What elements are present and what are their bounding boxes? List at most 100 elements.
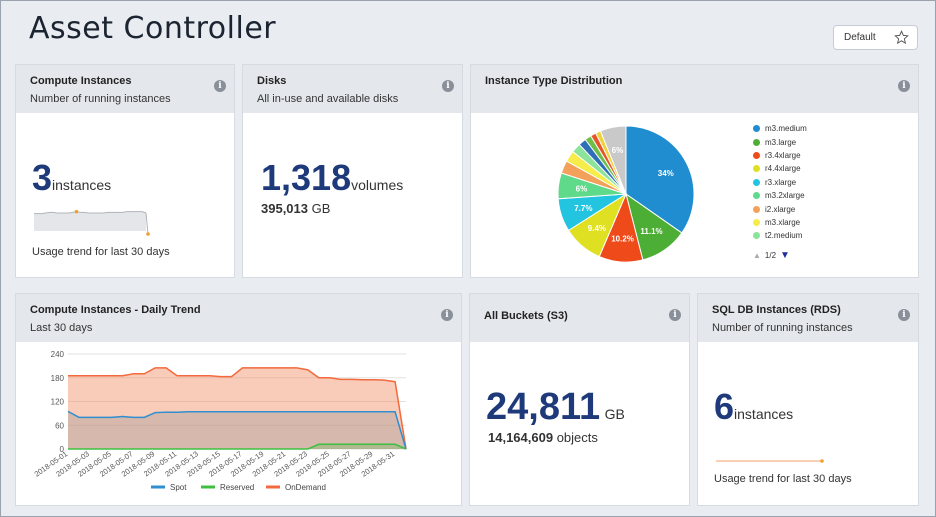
card-title: Compute Instances - Daily Trend: [30, 304, 201, 316]
legend-item[interactable]: t2.medium: [753, 229, 807, 242]
secondary-value: 14,164,609: [488, 430, 554, 445]
legend-item[interactable]: r3.4xlarge: [753, 149, 807, 162]
info-icon[interactable]: i: [214, 80, 226, 92]
y-tick-label: 60: [55, 421, 64, 430]
default-dashboard-button[interactable]: Default: [833, 25, 918, 50]
card-title: Disks: [257, 75, 287, 87]
daily-trend-card: Compute Instances - Daily Trend Last 30 …: [15, 293, 462, 506]
legend-prev-icon[interactable]: ▲: [753, 251, 761, 260]
legend-item[interactable]: r3.xlarge: [753, 176, 807, 189]
metric-value: 3: [32, 157, 53, 198]
secondary-value: 395,013: [261, 201, 308, 216]
sparkline-area: [34, 211, 146, 231]
legend-label: i2.xlarge: [765, 204, 796, 214]
legend-pager: ▲ 1/2 ▼: [753, 250, 790, 261]
card-subtitle: Number of running instances: [712, 322, 853, 334]
usage-sparkline: [716, 459, 824, 463]
card-header: Disks All in-use and available disks i: [243, 65, 462, 113]
legend-label: m3.medium: [765, 124, 807, 134]
legend-label[interactable]: Spot: [170, 483, 187, 492]
legend-swatch: [753, 218, 760, 226]
card-title: SQL DB Instances (RDS): [712, 304, 841, 316]
sparkline-drop: [145, 212, 149, 235]
info-icon[interactable]: i: [441, 309, 453, 321]
pie-data-label: 6%: [576, 185, 588, 194]
pie-data-label: 6%: [612, 146, 624, 155]
star-icon: [893, 30, 909, 45]
legend-swatch: [753, 178, 760, 186]
legend-swatch: [753, 151, 760, 159]
legend-swatch: [753, 205, 760, 213]
legend-swatch: [753, 232, 760, 240]
legend-page-label: 1/2: [764, 251, 777, 260]
default-label: Default: [844, 32, 876, 43]
legend-swatch: [753, 125, 760, 133]
y-tick-label: 180: [51, 374, 65, 383]
secondary-unit: objects: [556, 430, 598, 445]
page-title: Asset Controller: [29, 11, 277, 46]
metric-unit: GB: [604, 406, 625, 422]
secondary-metric: 395,013 GB: [261, 201, 330, 216]
card-title: Compute Instances: [30, 75, 132, 87]
sql-instances-card: SQL DB Instances (RDS) Number of running…: [697, 293, 919, 506]
card-header: Instance Type Distribution i: [471, 65, 918, 113]
pie-legend: m3.medium m3.large r3.4xlarge r4.4xlarge r3.…: [753, 122, 807, 243]
legend-item[interactable]: m3.2xlarge: [753, 189, 807, 202]
metric-value: 24,811: [486, 386, 601, 428]
pie-data-label: 11.1%: [640, 227, 662, 236]
card-subtitle: Last 30 days: [30, 322, 93, 334]
card-subtitle: All in-use and available disks: [257, 93, 399, 105]
legend-item[interactable]: m3.xlarge: [753, 216, 807, 229]
card-subtitle: Number of running instances: [30, 93, 171, 105]
info-icon[interactable]: i: [898, 80, 910, 92]
legend-swatch: [753, 192, 760, 200]
info-icon[interactable]: i: [442, 80, 454, 92]
legend-item[interactable]: i2.xlarge: [753, 202, 807, 215]
pie-data-label: 10.2%: [611, 235, 634, 244]
metric-unit: instances: [734, 406, 794, 422]
legend-item[interactable]: r4.4xlarge: [753, 162, 807, 175]
metric-unit: volumes: [351, 177, 404, 193]
card-title: Instance Type Distribution: [485, 75, 623, 87]
usage-note: Usage trend for last 30 days: [714, 473, 852, 485]
card-header: Compute Instances Number of running inst…: [16, 65, 234, 113]
legend-label: r4.4xlarge: [765, 164, 801, 174]
legend-item[interactable]: m3.large: [753, 135, 807, 148]
sparkline-last-dot: [146, 232, 150, 236]
info-icon[interactable]: i: [669, 309, 681, 321]
usage-sparkline: [34, 209, 150, 236]
pie-data-label: 9.4%: [588, 224, 606, 233]
y-tick-label: 120: [51, 398, 65, 407]
legend-swatch: [753, 165, 760, 173]
compute-instances-card: Compute Instances Number of running inst…: [15, 64, 235, 278]
legend-item[interactable]: m3.medium: [753, 122, 807, 135]
instance-distribution-card: Instance Type Distribution i 34% 11.1% 10.…: [470, 64, 919, 278]
legend-label[interactable]: OnDemand: [285, 483, 326, 492]
sparkline-last-dot: [820, 459, 824, 463]
y-tick-label: 240: [51, 350, 65, 359]
legend-label[interactable]: Reserved: [220, 483, 254, 492]
legend-label: t2.medium: [765, 231, 803, 241]
metric-value: 6: [714, 386, 735, 427]
metric-value-row: 3instances: [32, 157, 111, 199]
legend-label: r3.xlarge: [765, 177, 797, 187]
legend-label: m3.xlarge: [765, 217, 801, 227]
secondary-unit: GB: [311, 201, 331, 216]
card-title: All Buckets (S3): [484, 310, 568, 322]
pie-data-label: 34%: [658, 169, 674, 178]
metric-value: 1,318: [261, 157, 352, 198]
card-header: SQL DB Instances (RDS) Number of running…: [698, 294, 918, 342]
disks-card: Disks All in-use and available disks i 1…: [242, 64, 463, 278]
legend-label: m3.2xlarge: [765, 191, 805, 201]
usage-note: Usage trend for last 30 days: [32, 246, 170, 258]
pie-data-label: 7.7%: [574, 204, 592, 213]
secondary-metric: 14,164,609 objects: [488, 430, 598, 445]
metric-unit: instances: [52, 177, 112, 193]
sparkline-max-dot: [74, 209, 79, 214]
metric-value-row: 1,318volumes: [261, 157, 403, 199]
daily-trend-area-chart: 0601201802402018-05-012018-05-032018-05-…: [33, 350, 407, 492]
card-header: Compute Instances - Daily Trend Last 30 …: [16, 294, 461, 342]
info-icon[interactable]: i: [898, 309, 910, 321]
legend-next-icon[interactable]: ▼: [780, 250, 790, 261]
card-header: All Buckets (S3) i: [470, 294, 689, 342]
